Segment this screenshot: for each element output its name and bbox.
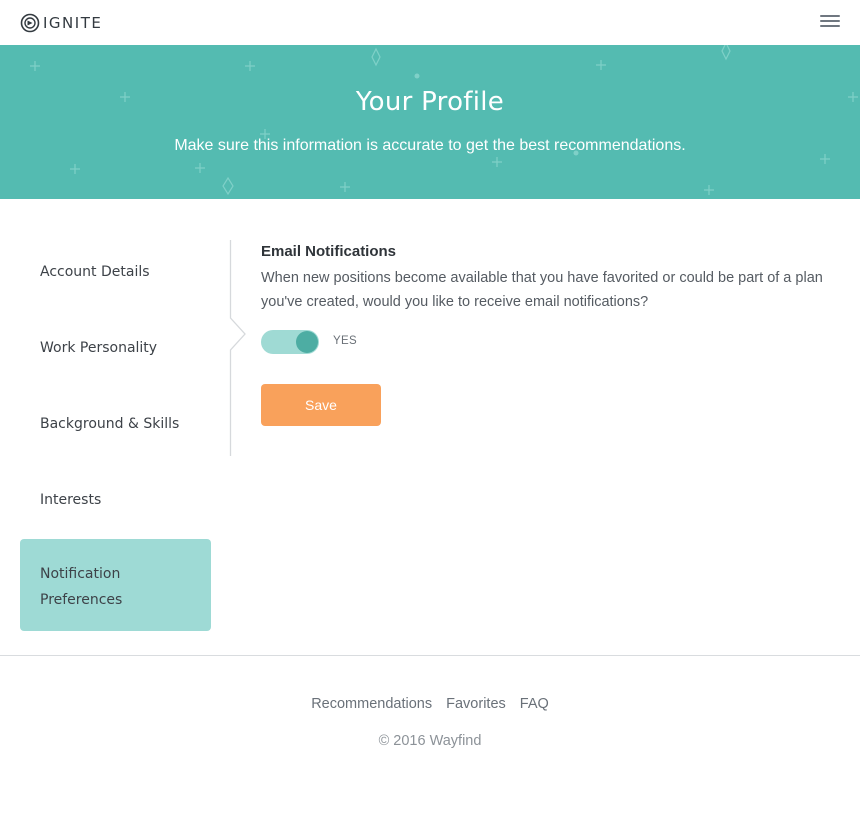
footer-divider: [0, 655, 860, 656]
email-notifications-description: When new positions become available that…: [261, 270, 823, 310]
sidebar-item-label: Notification Preferences: [40, 566, 123, 608]
brand-logo[interactable]: IGNITE: [20, 13, 102, 33]
sidebar-item-background-skills[interactable]: Background & Skills: [20, 385, 211, 461]
brand-name: IGNITE: [43, 14, 103, 32]
profile-hero-banner: Your Profile Make sure this information …: [0, 45, 860, 199]
sidebar-item-notification-preferences[interactable]: Notification Preferences: [20, 539, 211, 631]
toggle-state-label: YES: [333, 335, 357, 347]
sidebar-item-label: Account Details: [40, 264, 150, 280]
section-divider: [229, 240, 246, 456]
page-title: Your Profile: [355, 87, 505, 117]
sidebar-item-label: Background & Skills: [40, 416, 180, 432]
ignite-logo-icon: [20, 13, 40, 33]
sparkle-decoration-icon: [30, 45, 858, 196]
footer-link-faq[interactable]: FAQ: [520, 696, 549, 712]
sidebar-item-label: Interests: [40, 492, 102, 508]
sidebar-item-account-details[interactable]: Account Details: [20, 233, 211, 309]
profile-sidebar: Account Details Work Personality Backgro…: [20, 233, 211, 631]
email-notifications-heading: Email Notifications: [261, 243, 397, 260]
sidebar-item-interests[interactable]: Interests: [20, 461, 211, 537]
footer-link-recommendations[interactable]: Recommendations: [311, 696, 432, 712]
top-navbar: IGNITE: [0, 0, 860, 45]
footer-link-favorites[interactable]: Favorites: [446, 696, 506, 712]
sidebar-item-work-personality[interactable]: Work Personality: [20, 309, 211, 385]
save-button[interactable]: Save: [261, 384, 381, 426]
footer-links: Recommendations Favorites FAQ: [0, 696, 860, 712]
copyright-text: © 2016 Wayfind: [378, 733, 482, 749]
sidebar-item-label: Work Personality: [40, 340, 158, 356]
hamburger-menu-icon[interactable]: [820, 14, 842, 30]
toggle-knob: [296, 331, 318, 353]
page-subtitle: Make sure this information is accurate t…: [174, 137, 686, 154]
email-notifications-toggle[interactable]: [261, 330, 319, 354]
